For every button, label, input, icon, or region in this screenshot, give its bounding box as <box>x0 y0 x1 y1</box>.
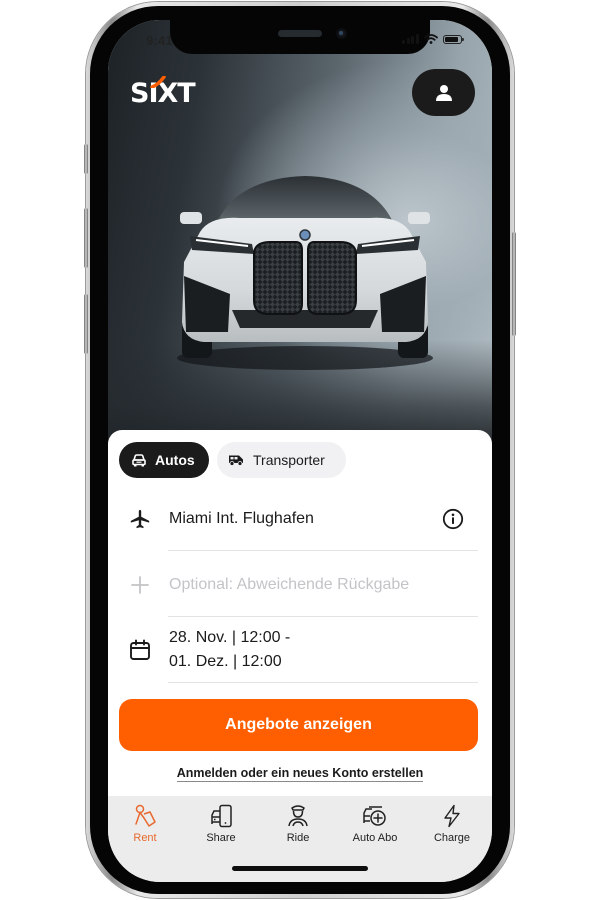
tab-rent-label: Rent <box>133 832 157 844</box>
status-icons <box>402 34 464 44</box>
home-indicator[interactable] <box>232 866 368 871</box>
plus-icon <box>131 576 149 594</box>
divider <box>168 550 478 551</box>
show-offers-button[interactable]: Angebote anzeigen <box>119 699 478 751</box>
car-phone-icon <box>211 804 232 828</box>
car-lower-grille <box>232 310 378 328</box>
pickup-location-value: Miami Int. Flughafen <box>169 510 314 527</box>
van-icon <box>229 455 243 466</box>
login-link[interactable]: Anmelden oder ein neues Konto erstellen <box>176 766 424 782</box>
car-badge <box>299 229 311 241</box>
rental-dates-end: 01. Dez. | 12:00 <box>169 653 282 670</box>
tab-rent[interactable]: Rent <box>107 804 183 844</box>
profile-button[interactable] <box>412 69 475 116</box>
car-windshield <box>218 176 392 220</box>
tab-ride-label: Ride <box>286 832 310 844</box>
tab-charge-label: Charge <box>433 832 471 844</box>
tab-charge[interactable]: Charge <box>414 804 490 844</box>
phone-volume-up-button <box>84 208 88 268</box>
car-image <box>177 176 433 370</box>
lightning-icon <box>444 804 460 828</box>
vehicle-type-autos-label: Autos <box>155 452 195 468</box>
profile-icon <box>435 84 452 101</box>
calendar-icon <box>130 639 150 660</box>
car-kidney-grille-left <box>253 241 303 315</box>
car-kidney-grille-right <box>307 241 357 315</box>
info-icon <box>442 508 464 530</box>
key-tag-icon <box>135 804 156 827</box>
car-mirror-right <box>408 212 430 224</box>
sixt-logo-accent <box>150 76 166 88</box>
login-link-container: Anmelden oder ein neues Konto erstellen <box>0 764 600 782</box>
phone-volume-down-button <box>84 294 88 354</box>
cellular-signal-icon <box>402 34 419 44</box>
pickup-info-button[interactable] <box>442 508 464 530</box>
vehicle-type-autos[interactable]: Autos <box>119 442 209 478</box>
phone-silent-switch <box>84 144 88 174</box>
chauffeur-icon <box>288 805 308 827</box>
tab-auto-abo[interactable]: Auto Abo <box>337 804 413 844</box>
battery-icon <box>442 34 464 44</box>
divider <box>168 682 478 683</box>
pickup-location-field[interactable]: Miami Int. Flughafen <box>120 505 478 533</box>
tab-share-label: Share <box>206 832 236 844</box>
phone-notch <box>170 20 430 54</box>
airplane-icon <box>130 509 150 529</box>
divider <box>168 616 478 617</box>
vehicle-type-transporter[interactable]: Transporter <box>217 442 346 478</box>
car-shadow <box>177 346 433 370</box>
car-subscription-icon <box>363 806 386 826</box>
phone-power-button <box>512 232 516 336</box>
tab-auto-abo-label: Auto Abo <box>352 832 398 844</box>
phone-camera <box>336 28 347 39</box>
wifi-icon <box>423 34 438 44</box>
return-location-field[interactable]: Optional: Abweichende Rückgabe <box>120 571 478 599</box>
car-mirror-left <box>180 212 202 224</box>
car-icon <box>132 453 146 466</box>
vehicle-type-transporter-label: Transporter <box>253 452 325 468</box>
rental-dates-field[interactable]: 28. Nov. | 12:00 - 01. Dez. | 12:00 <box>120 624 478 676</box>
phone-speaker <box>278 30 322 37</box>
rental-dates-start: 28. Nov. | 12:00 - <box>169 629 291 646</box>
return-location-placeholder: Optional: Abweichende Rückgabe <box>169 576 410 593</box>
tab-ride[interactable]: Ride <box>260 804 336 844</box>
rental-dates-value: 28. Nov. | 12:00 - 01. Dez. | 12:00 <box>169 626 290 674</box>
tab-share[interactable]: Share <box>183 804 259 844</box>
status-time: 9:41 <box>146 33 173 48</box>
